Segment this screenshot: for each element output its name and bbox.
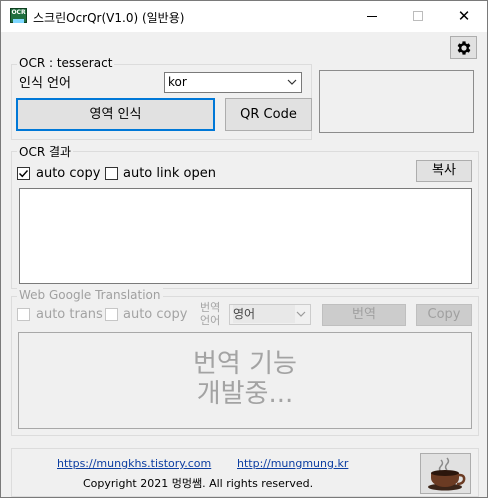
- qr-code-label: QR Code: [240, 107, 297, 122]
- title-bar[interactable]: OCR 스크린OcrQr(V1.0) (일반용) ✕: [1, 1, 487, 32]
- ocr-group-title: OCR : tesseract: [17, 56, 115, 70]
- maximize-button[interactable]: [395, 1, 441, 32]
- chevron-down-icon: [287, 79, 297, 85]
- translation-copy-label: Copy: [427, 307, 461, 322]
- language-label: 인식 언어: [19, 76, 71, 91]
- translate-language-label-line2: 언어: [200, 314, 221, 327]
- language-select-value: kor: [168, 75, 187, 89]
- settings-button[interactable]: [450, 36, 477, 59]
- coffee-donate-button[interactable]: [420, 453, 471, 494]
- translation-copy-button[interactable]: Copy: [416, 304, 472, 326]
- window-title: 스크린OcrQr(V1.0) (일반용): [33, 11, 185, 25]
- gear-icon: [457, 41, 471, 55]
- ocr-result-textarea[interactable]: [19, 188, 472, 284]
- region-recognize-label: 영역 인식: [89, 107, 142, 122]
- close-icon: ✕: [457, 7, 471, 25]
- preview-panel: [319, 70, 474, 133]
- trans-auto-copy-checkbox[interactable]: [105, 308, 118, 321]
- maximize-icon: [413, 11, 423, 21]
- auto-trans-label: auto trans: [36, 307, 103, 322]
- coffee-cup-icon: [428, 457, 466, 491]
- auto-link-open-label: auto link open: [123, 166, 216, 181]
- region-recognize-button[interactable]: 영역 인식: [16, 98, 215, 131]
- trans-auto-copy-label: auto copy: [123, 307, 188, 322]
- qr-code-button[interactable]: QR Code: [225, 98, 312, 131]
- translation-group-title: Web Google Translation: [17, 288, 163, 302]
- language-select[interactable]: kor: [164, 72, 302, 93]
- close-button[interactable]: ✕: [441, 1, 487, 32]
- minimize-icon: [367, 15, 377, 17]
- chevron-down-icon: [296, 311, 306, 317]
- translation-placeholder-line1: 번역 기능: [193, 349, 297, 379]
- ocr-result-title: OCR 결과: [17, 143, 74, 160]
- auto-copy-label: auto copy: [36, 166, 101, 181]
- homepage-link[interactable]: http://mungmung.kr: [237, 457, 348, 470]
- blog-link[interactable]: https://mungkhs.tistory.com: [57, 457, 211, 470]
- copy-button[interactable]: 복사: [416, 160, 472, 182]
- translate-language-value: 영어: [233, 305, 296, 323]
- translate-language-select[interactable]: 영어: [229, 304, 311, 325]
- translate-button[interactable]: 번역: [322, 304, 406, 326]
- app-icon-text: OCR: [11, 9, 26, 16]
- checkmark-icon: [19, 170, 29, 178]
- copy-button-label: 복사: [432, 163, 456, 178]
- minimize-button[interactable]: [349, 1, 395, 32]
- auto-trans-checkbox[interactable]: [17, 308, 30, 321]
- translation-output: 번역 기능 개발중...: [18, 332, 472, 429]
- app-icon: OCR: [10, 8, 27, 23]
- auto-copy-checkbox[interactable]: [17, 167, 30, 180]
- translate-button-label: 번역: [352, 307, 376, 322]
- app-window: OCR 스크린OcrQr(V1.0) (일반용) ✕ OCR : tessera…: [0, 0, 488, 498]
- copyright-text: Copyright 2021 멍멍쌤. All rights reserved.: [83, 477, 314, 490]
- translation-placeholder-line2: 개발중...: [196, 379, 294, 409]
- auto-link-open-checkbox[interactable]: [105, 167, 118, 180]
